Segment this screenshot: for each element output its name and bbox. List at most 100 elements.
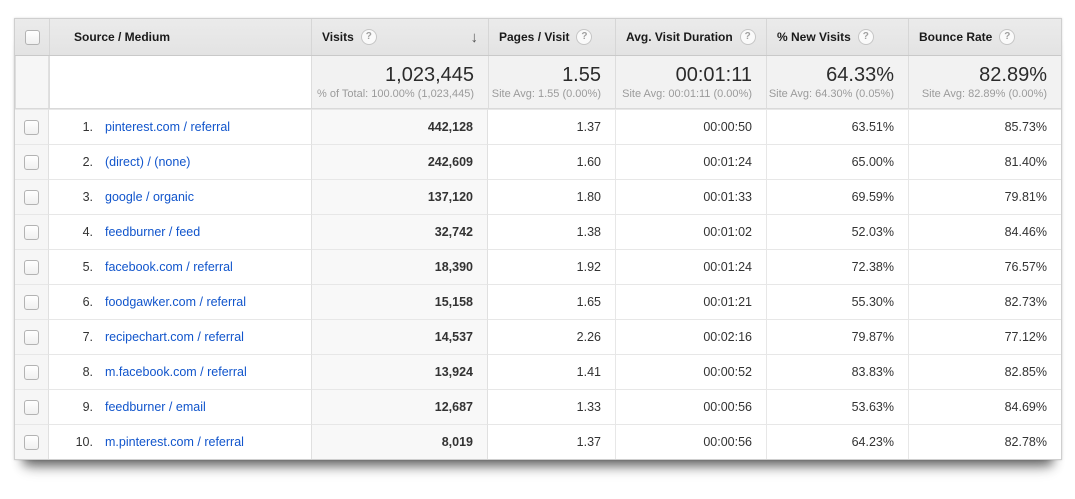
bounce-rate-value: 82.85% bbox=[908, 354, 1061, 389]
table-row: 3. google / organic 137,120 1.80 00:01:3… bbox=[15, 179, 1061, 214]
sort-desc-icon[interactable]: ↓ bbox=[471, 29, 481, 46]
source-medium-link[interactable]: pinterest.com / referral bbox=[105, 120, 230, 134]
column-label: Bounce Rate bbox=[919, 30, 992, 44]
pages-visit-value: 1.41 bbox=[488, 354, 615, 389]
table-row: 4. feedburner / feed 32,742 1.38 00:01:0… bbox=[15, 214, 1061, 249]
row-checkbox-cell bbox=[15, 179, 49, 214]
row-rank: 8. bbox=[59, 365, 93, 379]
source-medium-link[interactable]: foodgawker.com / referral bbox=[105, 295, 246, 309]
pages-visit-value: 1.37 bbox=[488, 424, 615, 459]
row-checkbox-cell bbox=[15, 319, 49, 354]
summary-checkbox-cell bbox=[15, 56, 49, 108]
column-header-source-medium[interactable]: Source / Medium bbox=[49, 19, 311, 55]
column-label: Source / Medium bbox=[74, 30, 170, 44]
row-rank: 3. bbox=[59, 190, 93, 204]
pages-visit-value: 1.60 bbox=[488, 144, 615, 179]
source-medium-cell: 1. pinterest.com / referral bbox=[49, 109, 311, 144]
source-medium-link[interactable]: m.facebook.com / referral bbox=[105, 365, 247, 379]
row-checkbox[interactable] bbox=[24, 155, 39, 170]
row-checkbox-cell bbox=[15, 284, 49, 319]
bounce-avg: 82.89% bbox=[979, 64, 1047, 86]
row-rank: 7. bbox=[59, 330, 93, 344]
source-medium-cell: 8. m.facebook.com / referral bbox=[49, 354, 311, 389]
source-medium-cell: 6. foodgawker.com / referral bbox=[49, 284, 311, 319]
source-medium-link[interactable]: m.pinterest.com / referral bbox=[105, 435, 244, 449]
bounce-rate-value: 82.78% bbox=[908, 424, 1061, 459]
avg-visit-duration-value: 00:01:24 bbox=[615, 249, 766, 284]
column-header-pages-visit[interactable]: Pages / Visit ? bbox=[488, 19, 615, 55]
select-all-checkbox[interactable] bbox=[25, 30, 40, 45]
pages-visit-value: 1.33 bbox=[488, 389, 615, 424]
row-rank: 6. bbox=[59, 295, 93, 309]
bounce-rate-value: 76.57% bbox=[908, 249, 1061, 284]
table-summary-row: 1,023,445 % of Total: 100.00% (1,023,445… bbox=[15, 56, 1061, 109]
source-medium-link[interactable]: feedburner / feed bbox=[105, 225, 200, 239]
visits-value: 8,019 bbox=[311, 424, 488, 459]
row-checkbox-cell bbox=[15, 249, 49, 284]
source-medium-link[interactable]: (direct) / (none) bbox=[105, 155, 190, 169]
row-checkbox[interactable] bbox=[24, 225, 39, 240]
help-icon[interactable]: ? bbox=[576, 29, 592, 45]
row-checkbox[interactable] bbox=[24, 260, 39, 275]
table-row: 1. pinterest.com / referral 442,128 1.37… bbox=[15, 109, 1061, 144]
visits-value: 12,687 bbox=[311, 389, 488, 424]
summary-bounce-cell: 82.89% Site Avg: 82.89% (0.00%) bbox=[908, 56, 1061, 108]
visits-total: 1,023,445 bbox=[385, 64, 474, 86]
row-rank: 9. bbox=[59, 400, 93, 414]
pages-visit-value: 1.38 bbox=[488, 214, 615, 249]
column-label: Pages / Visit bbox=[499, 30, 569, 44]
row-rank: 5. bbox=[59, 260, 93, 274]
bounce-rate-value: 77.12% bbox=[908, 319, 1061, 354]
summary-source-cell bbox=[49, 56, 311, 108]
column-label: % New Visits bbox=[777, 30, 851, 44]
source-medium-link[interactable]: feedburner / email bbox=[105, 400, 206, 414]
row-checkbox-cell bbox=[15, 424, 49, 459]
table-body: 1. pinterest.com / referral 442,128 1.37… bbox=[15, 109, 1061, 459]
duration-avg: 00:01:11 bbox=[676, 64, 752, 86]
row-checkbox[interactable] bbox=[24, 295, 39, 310]
avg-visit-duration-value: 00:01:33 bbox=[615, 179, 766, 214]
avg-visit-duration-value: 00:02:16 bbox=[615, 319, 766, 354]
pages-visit-value: 1.80 bbox=[488, 179, 615, 214]
new-visits-avg: 64.33% bbox=[826, 64, 894, 86]
row-checkbox-cell bbox=[15, 354, 49, 389]
duration-avg-note: Site Avg: 00:01:11 (0.00%) bbox=[622, 88, 752, 100]
row-checkbox[interactable] bbox=[24, 365, 39, 380]
row-checkbox[interactable] bbox=[24, 120, 39, 135]
new-visits-avg-note: Site Avg: 64.30% (0.05%) bbox=[769, 88, 894, 100]
help-icon[interactable]: ? bbox=[361, 29, 377, 45]
row-checkbox[interactable] bbox=[24, 400, 39, 415]
row-checkbox[interactable] bbox=[24, 190, 39, 205]
help-icon[interactable]: ? bbox=[999, 29, 1015, 45]
source-medium-link[interactable]: google / organic bbox=[105, 190, 194, 204]
new-visits-value: 64.23% bbox=[766, 424, 908, 459]
visits-value: 15,158 bbox=[311, 284, 488, 319]
summary-pages-cell: 1.55 Site Avg: 1.55 (0.00%) bbox=[488, 56, 615, 108]
visits-value: 13,924 bbox=[311, 354, 488, 389]
row-checkbox[interactable] bbox=[24, 435, 39, 450]
visits-value: 18,390 bbox=[311, 249, 488, 284]
help-icon[interactable]: ? bbox=[740, 29, 756, 45]
table-row: 7. recipechart.com / referral 14,537 2.2… bbox=[15, 319, 1061, 354]
column-header-visits[interactable]: Visits ? ↓ bbox=[311, 19, 488, 55]
visits-value: 14,537 bbox=[311, 319, 488, 354]
visits-value: 137,120 bbox=[311, 179, 488, 214]
new-visits-value: 63.51% bbox=[766, 109, 908, 144]
row-checkbox-cell bbox=[15, 389, 49, 424]
column-label: Visits bbox=[322, 30, 354, 44]
column-header-new-visits[interactable]: % New Visits ? bbox=[766, 19, 908, 55]
new-visits-value: 79.87% bbox=[766, 319, 908, 354]
source-medium-link[interactable]: facebook.com / referral bbox=[105, 260, 233, 274]
column-header-avg-visit-duration[interactable]: Avg. Visit Duration ? bbox=[615, 19, 766, 55]
table-row: 6. foodgawker.com / referral 15,158 1.65… bbox=[15, 284, 1061, 319]
source-medium-cell: 3. google / organic bbox=[49, 179, 311, 214]
help-icon[interactable]: ? bbox=[858, 29, 874, 45]
table-row: 9. feedburner / email 12,687 1.33 00:00:… bbox=[15, 389, 1061, 424]
bounce-rate-value: 84.46% bbox=[908, 214, 1061, 249]
select-all-cell bbox=[15, 19, 49, 55]
visits-total-note: % of Total: 100.00% (1,023,445) bbox=[317, 88, 474, 100]
row-checkbox[interactable] bbox=[24, 330, 39, 345]
column-header-bounce-rate[interactable]: Bounce Rate ? bbox=[908, 19, 1061, 55]
new-visits-value: 72.38% bbox=[766, 249, 908, 284]
source-medium-link[interactable]: recipechart.com / referral bbox=[105, 330, 244, 344]
